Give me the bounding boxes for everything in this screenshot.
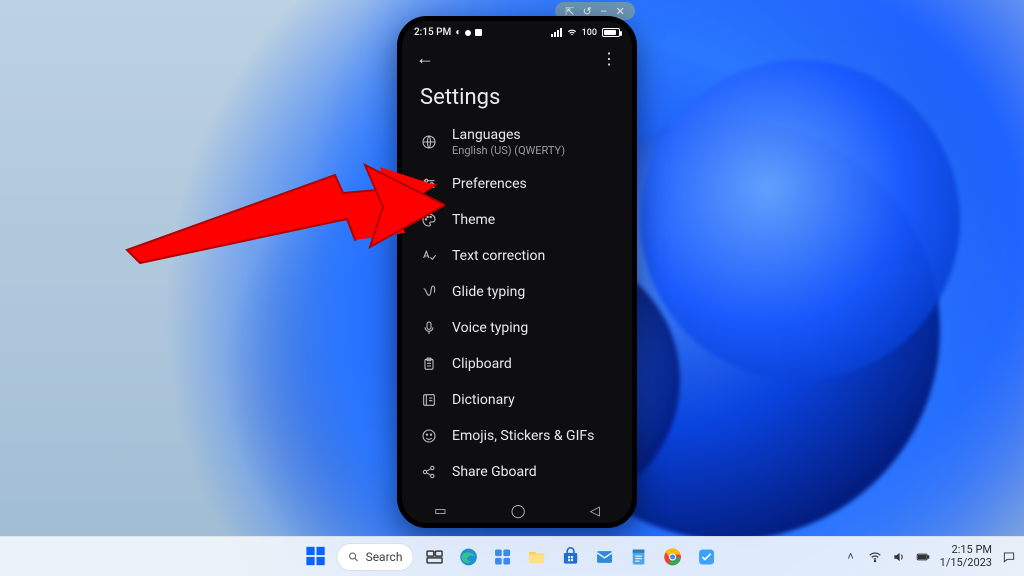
scrcpy-pin-icon[interactable]: ⇱ xyxy=(565,6,574,17)
battery-percent: 100 xyxy=(582,28,597,38)
signal-icon xyxy=(551,28,562,37)
settings-item-label: Theme xyxy=(452,212,495,228)
scrcpy-minimize-icon[interactable]: – xyxy=(600,6,607,17)
taskbar-tray: ˄ 2:15 PM 1/15/2023 xyxy=(844,544,1016,569)
nav-back-button[interactable]: ◁ xyxy=(590,504,600,519)
status-time: 2:15 PM xyxy=(414,27,451,38)
settings-item-label: Voice typing xyxy=(452,320,528,336)
settings-item-glide-typing[interactable]: Glide typing xyxy=(404,274,628,310)
settings-item-dictionary[interactable]: Dictionary xyxy=(404,382,628,418)
settings-item-label: Dictionary xyxy=(452,392,515,408)
settings-item-label: Emojis, Stickers & GIFs xyxy=(452,428,594,444)
settings-item-sub: English (US) (QWERTY) xyxy=(452,144,565,157)
app-header: ← ⋮ xyxy=(402,42,632,71)
tray-battery-icon[interactable] xyxy=(916,550,930,564)
tray-volume-icon[interactable] xyxy=(892,550,906,564)
page-title: Settings xyxy=(402,71,632,118)
taskbar-taskview[interactable] xyxy=(421,544,447,570)
nav-home-button[interactable]: ◯ xyxy=(511,504,526,519)
spellcheck-icon xyxy=(420,247,438,265)
taskbar-search[interactable]: Search xyxy=(337,543,414,571)
tray-chevron-icon[interactable]: ˄ xyxy=(844,550,858,564)
nav-recent-button[interactable]: ▭ xyxy=(434,504,446,519)
wifi-icon xyxy=(567,28,577,38)
notification-dot-icon xyxy=(465,30,471,36)
taskbar-clock[interactable]: 2:15 PM 1/15/2023 xyxy=(940,544,992,569)
globe-icon xyxy=(420,133,438,151)
overflow-menu-button[interactable]: ⋮ xyxy=(601,49,618,68)
taskbar-store[interactable] xyxy=(557,544,583,570)
taskbar-time: 2:15 PM xyxy=(940,544,992,557)
dictionary-icon xyxy=(420,391,438,409)
settings-item-clipboard[interactable]: Clipboard xyxy=(404,346,628,382)
share-icon xyxy=(420,463,438,481)
settings-list: Languages English (US) (QWERTY) Preferen… xyxy=(402,118,632,490)
taskbar-widgets[interactable] xyxy=(489,544,515,570)
emoji-icon xyxy=(420,427,438,445)
status-bar: 2:15 PM ◐ 100 xyxy=(402,21,632,42)
wallpaper-bloom xyxy=(640,60,960,380)
battery-icon xyxy=(602,28,620,37)
start-button[interactable] xyxy=(305,545,329,569)
settings-item-emojis[interactable]: Emojis, Stickers & GIFs xyxy=(404,418,628,454)
taskbar-explorer[interactable] xyxy=(523,544,549,570)
settings-item-label: Clipboard xyxy=(452,356,512,372)
settings-item-theme[interactable]: Theme xyxy=(404,202,628,238)
settings-item-share[interactable]: Share Gboard xyxy=(404,454,628,490)
settings-item-voice-typing[interactable]: Voice typing xyxy=(404,310,628,346)
tray-wifi-icon[interactable] xyxy=(868,550,882,564)
taskbar-chrome[interactable] xyxy=(659,544,685,570)
taskbar-date: 1/15/2023 xyxy=(940,557,992,570)
settings-item-label: Preferences xyxy=(452,176,527,192)
gesture-icon xyxy=(420,283,438,301)
scrcpy-close-icon[interactable]: ✕ xyxy=(616,6,625,17)
phone-frame: 2:15 PM ◐ 100 ← ⋮ Settings Languages Eng… xyxy=(397,16,637,528)
taskbar-edge[interactable] xyxy=(455,544,481,570)
notification-dot-icon xyxy=(475,29,482,36)
settings-item-label: Share Gboard xyxy=(452,464,537,480)
mic-icon xyxy=(420,319,438,337)
taskbar-notepad[interactable] xyxy=(625,544,651,570)
taskbar-search-label: Search xyxy=(366,550,403,564)
sliders-icon xyxy=(420,175,438,193)
settings-item-label: Text correction xyxy=(452,248,545,264)
dnd-icon: ◐ xyxy=(455,27,461,38)
search-icon xyxy=(348,551,360,563)
taskbar: Search ˄ xyxy=(0,536,1024,576)
settings-item-preferences[interactable]: Preferences xyxy=(404,166,628,202)
scrcpy-undo-icon[interactable]: ↺ xyxy=(583,6,592,17)
android-nav-bar: ▭ ◯ ◁ xyxy=(402,504,632,519)
taskbar-mail[interactable] xyxy=(591,544,617,570)
settings-item-languages[interactable]: Languages English (US) (QWERTY) xyxy=(404,118,628,166)
taskbar-center: Search xyxy=(305,543,720,571)
palette-icon xyxy=(420,211,438,229)
tray-notifications-icon[interactable] xyxy=(1002,550,1016,564)
settings-item-text-correction[interactable]: Text correction xyxy=(404,238,628,274)
settings-item-label: Glide typing xyxy=(452,284,525,300)
back-button[interactable]: ← xyxy=(416,48,434,69)
clipboard-icon xyxy=(420,355,438,373)
settings-item-label: Languages xyxy=(452,127,565,143)
taskbar-app[interactable] xyxy=(693,544,719,570)
